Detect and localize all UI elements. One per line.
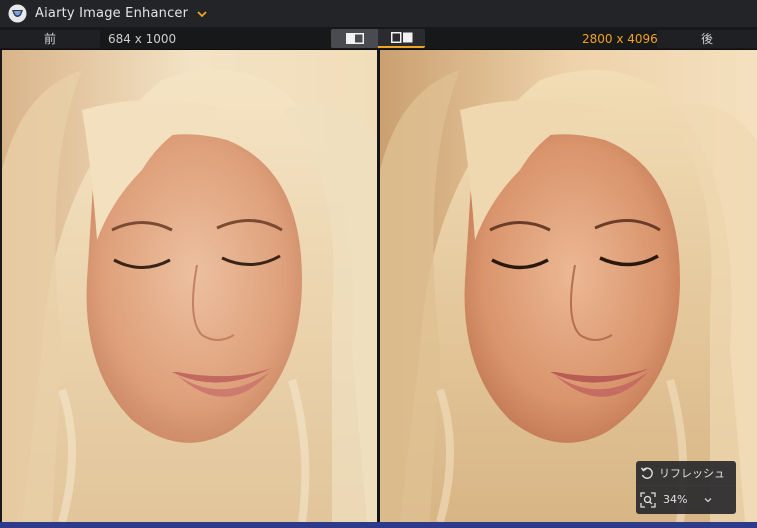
zoom-value: 34% xyxy=(663,493,688,506)
after-portrait-image xyxy=(380,50,757,522)
single-view-icon xyxy=(345,33,364,44)
before-portrait-image xyxy=(2,50,377,522)
compare-toolbar: 前 684 x 1000 2800 x 4096 後 xyxy=(0,27,757,50)
before-label: 前 xyxy=(0,30,100,48)
zoom-panel-divider xyxy=(636,485,736,486)
before-resolution: 684 x 1000 xyxy=(108,32,177,46)
after-image-panel[interactable] xyxy=(380,50,757,522)
app-logo-icon xyxy=(8,4,27,23)
refresh-label: リフレッシュ xyxy=(659,467,725,480)
split-view-icon xyxy=(390,32,412,43)
split-view-button[interactable] xyxy=(378,29,425,48)
zoom-control-panel: リフレッシュ 34% xyxy=(636,461,736,514)
app-title: Aiarty Image Enhancer xyxy=(35,6,189,21)
refresh-icon xyxy=(640,467,653,479)
title-bar: Aiarty Image Enhancer xyxy=(0,0,757,27)
zoom-level-dropdown[interactable]: 34% xyxy=(636,487,736,512)
single-view-button[interactable] xyxy=(331,29,378,48)
refresh-button[interactable]: リフレッシュ xyxy=(636,461,736,485)
chevron-down-icon xyxy=(704,497,712,502)
view-mode-toggle xyxy=(331,29,425,48)
after-label: 後 xyxy=(657,30,757,48)
after-resolution: 2800 x 4096 xyxy=(582,32,658,46)
chevron-down-icon[interactable] xyxy=(196,8,208,20)
zoom-fit-icon xyxy=(640,491,656,508)
before-image-panel[interactable] xyxy=(2,50,377,522)
bottom-status-strip xyxy=(0,522,757,528)
